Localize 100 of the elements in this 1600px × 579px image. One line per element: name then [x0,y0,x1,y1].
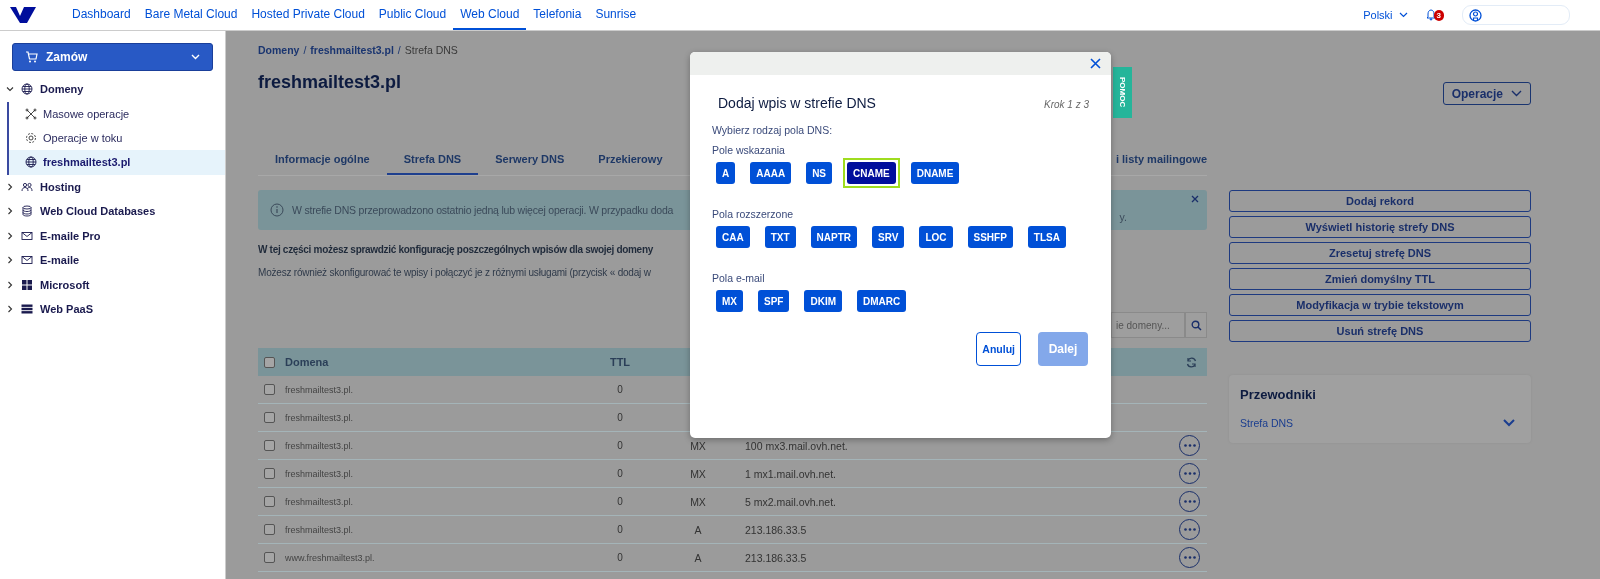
record-type-button[interactable]: CNAME [847,162,896,184]
row-checkbox[interactable] [264,384,275,395]
record-type-button[interactable]: NS [806,162,833,184]
language-selector[interactable]: Polski [1363,9,1408,21]
breadcrumb-current: Strefa DNS [404,44,458,58]
nav-link[interactable]: Public Cloud [371,0,454,30]
ellipsis-icon [1183,528,1196,531]
chevron-icon[interactable] [6,85,14,94]
record-type-button[interactable]: MX [716,290,743,312]
column-header: TTL [608,356,632,368]
cancel-button[interactable]: Anuluj [976,332,1021,366]
nav-link[interactable]: Telefonia [526,0,589,30]
action-button[interactable]: Zmień domyślny TTL [1229,268,1531,290]
sidebar-item[interactable]: E-maile [0,248,225,273]
bell-icon[interactable] [1425,9,1436,21]
row-checkbox[interactable] [264,412,275,423]
ttl-cell-text: 0 [616,524,624,535]
notification-badge: 3 [1433,9,1444,21]
guide-link[interactable]: Strefa DNS [1240,417,1294,429]
chevron-icon[interactable] [6,207,14,216]
server-icon [21,303,33,316]
search-button[interactable] [1185,312,1207,338]
domain-cell-text: www.freshmailtest3.pl. [285,552,376,563]
row-checkbox[interactable] [264,552,275,563]
intro-text: W tej części możesz sprawdzić konfigurację poszczególnych wpisów dla swojej domeny [258,244,654,255]
record-type-button[interactable]: DKIM [804,290,842,312]
nav-link[interactable]: Dashboard [65,0,138,30]
sidebar-item[interactable]: Web Cloud Databases [0,199,225,224]
row-checkbox[interactable] [264,524,275,535]
record-type-button[interactable]: NAPTR [810,226,857,248]
record-type-button[interactable]: LOC [919,226,953,248]
sidebar-item[interactable]: Domeny [0,77,225,102]
chevron-icon[interactable] [6,231,14,240]
row-checkbox[interactable] [264,496,275,507]
notice-text-end: y. [1119,211,1127,223]
record-type-button[interactable]: CAA [716,226,750,248]
sidebar-subitem[interactable]: freshmailtest3.pl [9,150,225,175]
step-indicator: Krok 1 z 3 [1043,99,1089,110]
nav-link[interactable]: Bare Metal Cloud [137,0,245,30]
action-button[interactable]: Dodaj rekord [1229,190,1531,212]
sidebar-subitem[interactable]: Operacje w toku [9,125,225,151]
record-type-button[interactable]: SSHFP [967,226,1013,248]
tab[interactable]: Przekierowy [581,145,680,175]
sidebar-subitem[interactable]: Masowe operacje [9,101,225,126]
record-type-button[interactable]: A [716,162,736,184]
close-icon[interactable] [1191,195,1199,203]
action-button[interactable]: Zresetuj strefę DNS [1229,242,1531,264]
action-button[interactable]: Wyświetl historię strefy DNS [1229,216,1531,238]
breadcrumb-link[interactable]: Domeny [258,44,300,58]
user-icon [1469,8,1482,22]
mail-icon [21,229,33,242]
chevron-icon[interactable] [6,182,14,191]
sidebar-item[interactable]: E-maile Pro [0,223,225,249]
target-cell: 213.186.33.5 [745,523,807,536]
sidebar-item[interactable]: Hosting [0,174,225,200]
nav-link[interactable]: Hosted Private Cloud [244,0,372,30]
chevron-icon[interactable] [6,280,14,289]
refresh-icon[interactable] [1186,356,1197,368]
record-type-button[interactable]: TLSA [1027,226,1066,248]
operations-button[interactable]: Operacje [1442,82,1531,105]
domain-cell-text: freshmailtest3.pl. [285,412,355,423]
user-menu[interactable] [1462,5,1570,25]
ttl-cell-text: 0 [616,384,624,395]
record-type-button[interactable]: AAAA [750,162,792,184]
gear-icon [25,132,37,145]
action-button[interactable]: Usuń strefę DNS [1229,320,1531,342]
breadcrumb-link[interactable]: freshmailtest3.pl [310,44,394,58]
row-checkbox[interactable] [264,468,275,479]
group-label: Pola rozszerzone [712,208,795,220]
target-cell: 1 mx1.mail.ovh.net. [745,467,837,480]
nav-link[interactable]: Sunrise [588,0,644,30]
chevron-down-icon [1398,12,1408,18]
sidebar-item[interactable]: Microsoft [0,272,225,298]
action-button[interactable]: Modyfikacja w trybie tekstowym [1229,294,1531,316]
sidebar-item[interactable]: Web PaaS [0,297,225,322]
ellipsis-icon [1183,472,1196,475]
row-checkbox[interactable] [264,440,275,451]
tab[interactable]: Strefa DNS [386,145,479,175]
record-type-button[interactable]: DNAME [910,162,960,184]
record-type-button[interactable]: SRV [872,226,905,248]
notice-text: W strefie DNS przeprowadzono ostatnio jedną lub więcej operacji. W przypadku doda [292,204,674,216]
chevron-icon[interactable] [6,256,14,265]
type-cell-text: A [693,523,703,536]
select-all-checkbox[interactable] [264,356,275,368]
chevron-down-icon[interactable] [1503,419,1515,427]
globe-icon [25,156,37,169]
ellipsis-icon [1183,500,1196,503]
record-type-button[interactable]: DMARC [857,290,907,312]
tab[interactable]: Serwery DNS [478,145,582,175]
close-icon[interactable] [1090,58,1101,69]
tab[interactable]: Informacje ogólne [258,145,387,175]
target-cell: 100 mx3.mail.ovh.net. [745,439,848,452]
cart-icon [25,51,38,63]
record-type-button[interactable]: SPF [758,290,790,312]
search-field[interactable]: ie domeny... [1111,312,1185,338]
page-title: freshmailtest3.pl [258,72,402,93]
group-label: Pola e-mail [712,272,766,284]
order-button[interactable]: Zamów [12,43,213,71]
record-type-button[interactable]: TXT [764,226,796,248]
chevron-icon[interactable] [6,305,14,314]
